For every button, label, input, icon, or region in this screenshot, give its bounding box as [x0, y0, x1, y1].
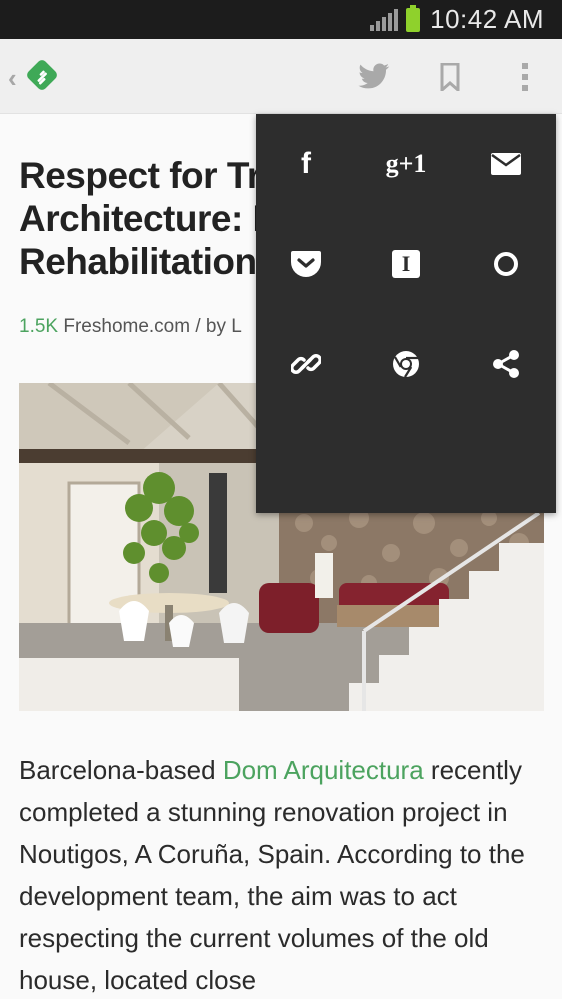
- chrome-icon: [393, 351, 419, 378]
- bookmark-icon[interactable]: [432, 59, 468, 95]
- share-chrome-button[interactable]: [356, 314, 456, 414]
- share-instapaper-button[interactable]: I: [356, 214, 456, 314]
- pocket-icon: [291, 251, 321, 277]
- share-menu-popup: f g+1 I: [256, 114, 556, 513]
- share-count: 1.5K: [19, 316, 59, 337]
- back-chevron-icon[interactable]: ‹: [8, 63, 17, 94]
- article-body-text: recently completed a stunning renovation…: [19, 755, 525, 995]
- signal-strength-icon: [370, 8, 399, 31]
- feedly-logo-icon[interactable]: [24, 57, 60, 93]
- instapaper-icon: I: [392, 250, 420, 278]
- article-source[interactable]: Freshome.com / by L: [63, 316, 241, 337]
- google-plus-icon: g+1: [385, 149, 427, 178]
- share-google-plus-button[interactable]: g+1: [356, 114, 456, 214]
- email-icon: [491, 153, 521, 175]
- app-toolbar: ‹: [0, 39, 562, 114]
- share-icon: [493, 350, 519, 378]
- share-pocket-button[interactable]: [256, 214, 356, 314]
- battery-icon: [406, 4, 421, 32]
- twitter-icon[interactable]: [356, 59, 392, 95]
- dom-arquitectura-link[interactable]: Dom Arquitectura: [223, 755, 424, 785]
- share-copy-link-button[interactable]: [256, 314, 356, 414]
- status-bar: 10:42 AM: [0, 0, 562, 39]
- link-icon: [291, 354, 321, 374]
- share-facebook-button[interactable]: f: [256, 114, 356, 214]
- share-email-button[interactable]: [456, 114, 556, 214]
- share-circle-button[interactable]: [456, 214, 556, 314]
- article-body-text: Barcelona-based: [19, 755, 223, 785]
- status-time: 10:42 AM: [430, 4, 544, 34]
- overflow-menu-icon[interactable]: [507, 59, 543, 95]
- article-body: Barcelona-based Dom Arquitectura recentl…: [19, 749, 544, 999]
- circle-icon: [494, 252, 518, 276]
- share-menu-grid: f g+1 I: [256, 114, 556, 513]
- facebook-icon: f: [301, 147, 311, 180]
- instapaper-glyph: I: [401, 251, 411, 276]
- share-more-button[interactable]: [456, 314, 556, 414]
